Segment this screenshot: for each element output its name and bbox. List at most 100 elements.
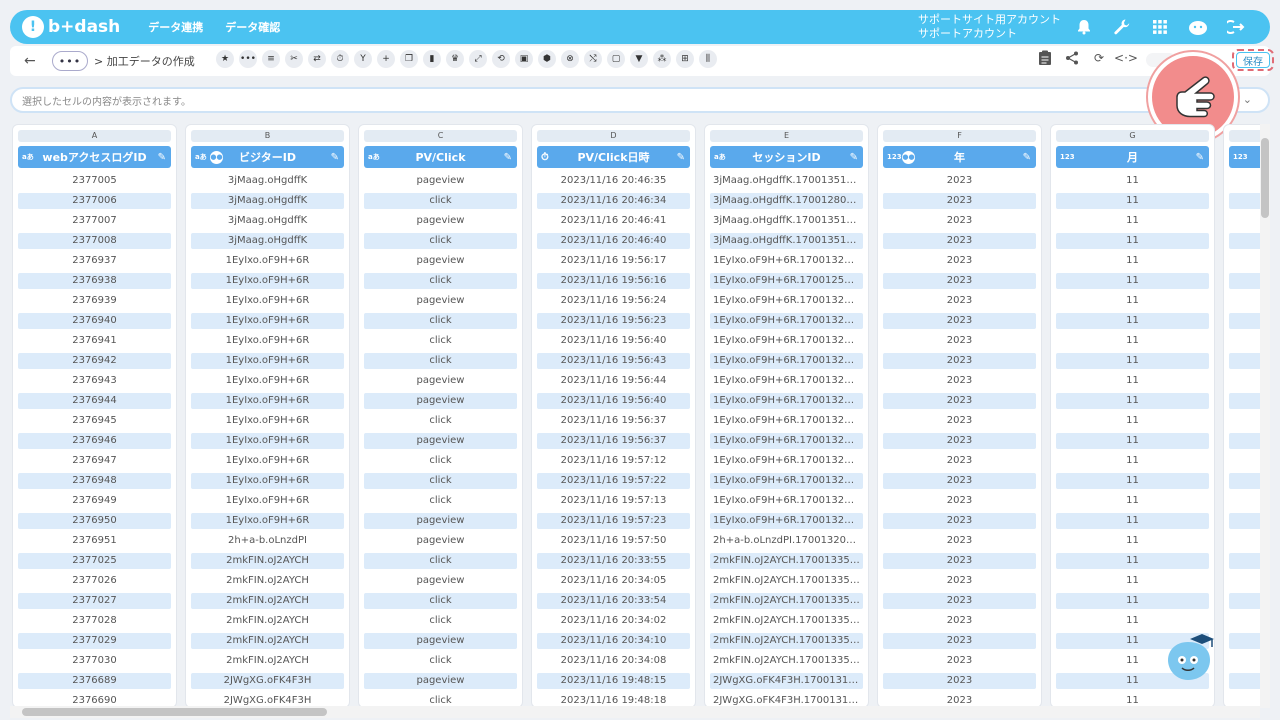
crown-icon[interactable]: ♛ (446, 50, 464, 68)
table-cell[interactable]: 11 (1056, 253, 1209, 269)
table-cell[interactable] (1229, 673, 1260, 689)
table-cell[interactable]: pageview (364, 433, 517, 449)
table-cell[interactable]: 2mkFIN.oJ2AYCH (191, 573, 344, 589)
trash-icon[interactable]: ▮ (423, 50, 441, 68)
table-cell[interactable]: 1EyIxo.oF9H+6R (191, 373, 344, 389)
table-cell[interactable]: 2023 (883, 513, 1036, 529)
repeat-icon[interactable]: ⟲ (492, 50, 510, 68)
horizontal-scroll-thumb[interactable] (22, 708, 327, 716)
table-cell[interactable]: 11 (1056, 533, 1209, 549)
table-cell[interactable]: 1EyIxo.oF9H+6R (191, 313, 344, 329)
table-cell[interactable]: 1EyIxo.oF9H+6R.170013217... (710, 393, 863, 409)
table-cell[interactable]: 2376941 (18, 333, 171, 349)
table-cell[interactable]: 2023 (883, 653, 1036, 669)
expand-icon[interactable]: ⤢ (469, 50, 487, 68)
table-cell[interactable]: 2377007 (18, 213, 171, 229)
table-cell[interactable]: 2023 (883, 493, 1036, 509)
table-cell[interactable]: 2377029 (18, 633, 171, 649)
table-cell[interactable] (1229, 433, 1260, 449)
table-cell[interactable] (1229, 233, 1260, 249)
table-cell[interactable]: 2023 (883, 373, 1036, 389)
table-cell[interactable]: pageview (364, 533, 517, 549)
table-cell[interactable]: 1EyIxo.oF9H+6R (191, 293, 344, 309)
column-letter[interactable]: F (883, 130, 1036, 142)
table-cell[interactable]: 11 (1056, 413, 1209, 429)
code-arrows-icon[interactable]: <·> (1114, 49, 1138, 67)
table-cell[interactable]: 2023/11/16 20:34:08 (537, 653, 690, 669)
table-cell[interactable]: 1EyIxo.oF9H+6R.170013217... (710, 333, 863, 349)
table-cell[interactable]: 2023/11/16 20:34:10 (537, 633, 690, 649)
tools-icon[interactable]: ✂ (285, 50, 303, 68)
back-arrow-icon[interactable]: ← (24, 53, 38, 69)
table-cell[interactable]: 1EyIxo.oF9H+6R (191, 393, 344, 409)
table-cell[interactable]: 2h+a-b.oLnzdPI (191, 533, 344, 549)
edit-pencil-icon[interactable]: ✎ (1023, 152, 1031, 163)
table-cell[interactable]: click (364, 233, 517, 249)
table-cell[interactable]: 11 (1056, 233, 1209, 249)
table-cell[interactable]: 11 (1056, 353, 1209, 369)
copy-icon[interactable]: ❐ (400, 50, 418, 68)
table-cell[interactable]: 2023 (883, 293, 1036, 309)
column-header[interactable]: 123 月 ✎ (1056, 146, 1209, 168)
column-letter[interactable]: A (18, 130, 171, 142)
table-cell[interactable]: 2mkFIN.oJ2AYCH (191, 633, 344, 649)
table-cell[interactable]: 11 (1056, 173, 1209, 189)
table-cell[interactable]: 1EyIxo.oF9H+6R.170013217... (710, 373, 863, 389)
plus-icon[interactable]: + (377, 50, 395, 68)
star-icon[interactable]: ★ (216, 50, 234, 68)
table-cell[interactable]: 2376945 (18, 413, 171, 429)
table-cell[interactable]: 11 (1056, 433, 1209, 449)
table-cell[interactable]: 2023 (883, 573, 1036, 589)
table-cell[interactable] (1229, 193, 1260, 209)
table-cell[interactable]: 11 (1056, 313, 1209, 329)
table-cell[interactable]: 2023/11/16 19:57:13 (537, 493, 690, 509)
table-cell[interactable]: click (364, 653, 517, 669)
table-cell[interactable]: 2mkFIN.oJ2AYCH.170013355... (710, 553, 863, 569)
table-cell[interactable] (1229, 473, 1260, 489)
table-cell[interactable]: 2376939 (18, 293, 171, 309)
column-letter[interactable]: C (364, 130, 517, 142)
column-letter[interactable]: G (1056, 130, 1209, 142)
table-cell[interactable]: 2023/11/16 19:56:24 (537, 293, 690, 309)
table-cell[interactable]: 11 (1056, 373, 1209, 389)
table-cell[interactable] (1229, 633, 1260, 649)
table-cell[interactable]: 1EyIxo.oF9H+6R (191, 413, 344, 429)
table-cell[interactable]: 2023 (883, 633, 1036, 649)
table-cell[interactable]: 2023/11/16 19:57:50 (537, 533, 690, 549)
branch-icon[interactable]: Y (354, 50, 372, 68)
split-icon[interactable]: ⫼ (699, 50, 717, 68)
table-cell[interactable]: pageview (364, 633, 517, 649)
table-cell[interactable]: 2023 (883, 353, 1036, 369)
table-cell[interactable]: 11 (1056, 573, 1209, 589)
table-cell[interactable]: 2023 (883, 533, 1036, 549)
edit-pencil-icon[interactable]: ✎ (677, 152, 685, 163)
table-cell[interactable] (1229, 453, 1260, 469)
table-cell[interactable]: 3jMaag.oHgdffK (191, 173, 344, 189)
table-cell[interactable]: click (364, 453, 517, 469)
table-cell[interactable]: 1EyIxo.oF9H+6R.170013217... (710, 413, 863, 429)
table-cell[interactable]: 2023 (883, 393, 1036, 409)
table-cell[interactable]: 3jMaag.oHgdffK.170013519... (710, 173, 863, 189)
edit-pencil-icon[interactable]: ✎ (850, 152, 858, 163)
table-cell[interactable] (1229, 653, 1260, 669)
table-cell[interactable]: 1EyIxo.oF9H+6R.170013217... (710, 253, 863, 269)
table-cell[interactable]: 2023/11/16 19:56:40 (537, 393, 690, 409)
edit-pencil-icon[interactable]: ✎ (158, 152, 166, 163)
table-cell[interactable]: 2mkFIN.oJ2AYCH (191, 653, 344, 669)
table-cell[interactable]: 11 (1056, 613, 1209, 629)
breadcrumb-more-button[interactable]: ••• (52, 51, 88, 71)
table-cell[interactable]: 2023 (883, 253, 1036, 269)
edit-pencil-icon[interactable]: ✎ (331, 152, 339, 163)
column-header[interactable]: aあ ●● ビジターID ✎ (191, 146, 344, 168)
table-cell[interactable]: 2023 (883, 433, 1036, 449)
column-letter[interactable] (1229, 130, 1260, 142)
column-letter[interactable]: E (710, 130, 863, 142)
table-cell[interactable]: 11 (1056, 273, 1209, 289)
table-cell[interactable]: 2023 (883, 673, 1036, 689)
table-cell[interactable]: 1EyIxo.oF9H+6R.170013217... (710, 433, 863, 449)
table-cell[interactable] (1229, 613, 1260, 629)
table-cell[interactable] (1229, 273, 1260, 289)
table-cell[interactable]: 2023/11/16 20:46:34 (537, 193, 690, 209)
table-cell[interactable]: 1EyIxo.oF9H+6R (191, 453, 344, 469)
table-cell[interactable]: 2023/11/16 19:57:22 (537, 473, 690, 489)
